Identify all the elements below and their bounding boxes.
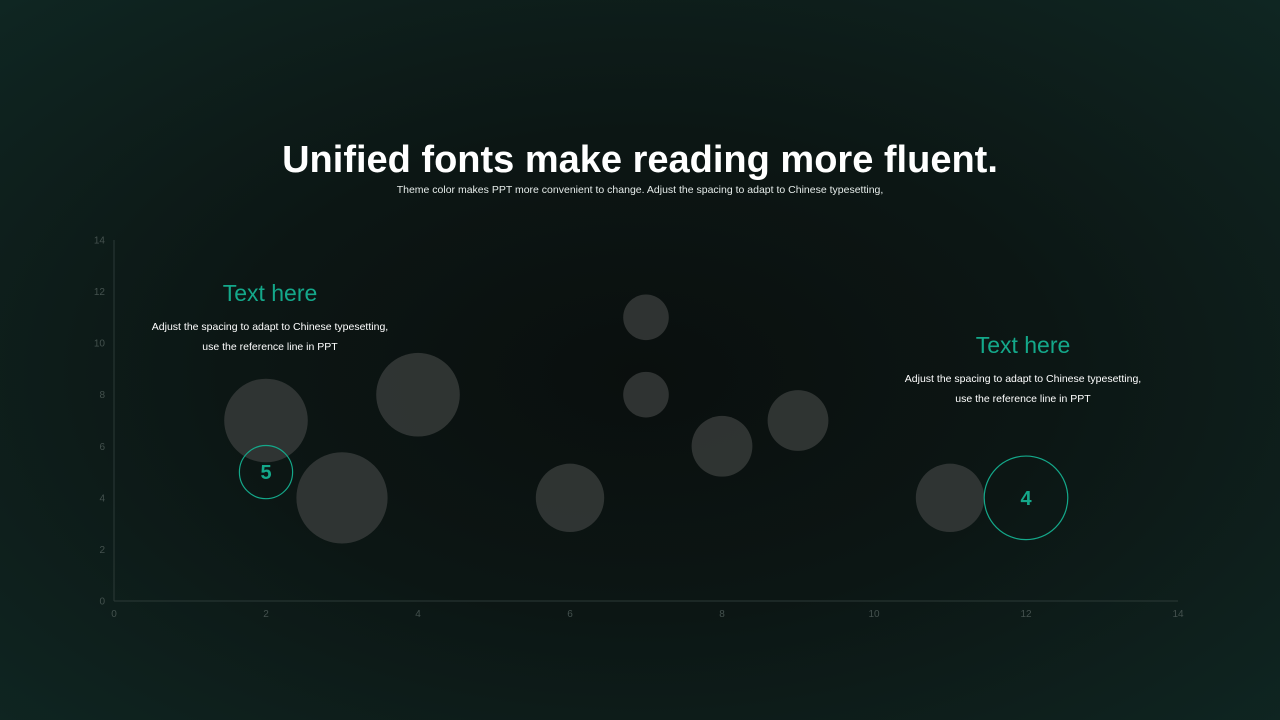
- x-tick-label: 2: [263, 609, 269, 620]
- bubble-point-6: [691, 415, 753, 477]
- y-tick-label: 2: [99, 545, 105, 556]
- highlight-bubble-label: 4: [1020, 488, 1032, 510]
- x-tick-label: 8: [719, 609, 725, 620]
- y-tick-label: 12: [94, 287, 106, 298]
- bubble-point-0: [224, 378, 308, 463]
- callout-body: Adjust the spacing to adapt to Chinese t…: [904, 373, 1142, 405]
- bubble-point-2: [376, 352, 460, 437]
- y-tick-label: 4: [99, 493, 105, 504]
- bubble-point-4: [623, 294, 669, 341]
- callout-heading: Text here: [975, 332, 1071, 358]
- bubble-point-1: [296, 452, 388, 544]
- callout-heading: Text here: [222, 280, 318, 306]
- bubble-point-7: [767, 390, 829, 451]
- x-tick-label: 4: [415, 609, 421, 620]
- y-tick-label: 0: [99, 597, 105, 608]
- y-tick-label: 10: [94, 339, 106, 350]
- callout-body: Adjust the spacing to adapt to Chinese t…: [151, 321, 389, 353]
- bubble-point-3: [535, 463, 605, 533]
- x-tick-label: 10: [868, 609, 880, 620]
- callout-right: Text here Adjust the spacing to adapt to…: [903, 331, 1143, 409]
- callout-left: Text here Adjust the spacing to adapt to…: [150, 279, 390, 357]
- y-tick-label: 6: [99, 442, 105, 453]
- y-tick-label: 8: [99, 390, 105, 401]
- highlight-bubble-label: 5: [260, 462, 271, 484]
- bubble-point-5: [623, 371, 669, 418]
- x-tick-label: 0: [111, 609, 117, 620]
- x-tick-label: 6: [567, 609, 573, 620]
- bubble-point-8: [915, 463, 985, 533]
- x-tick-label: 12: [1020, 609, 1032, 620]
- x-tick-label: 14: [1172, 609, 1184, 620]
- y-tick-label: 14: [94, 236, 106, 247]
